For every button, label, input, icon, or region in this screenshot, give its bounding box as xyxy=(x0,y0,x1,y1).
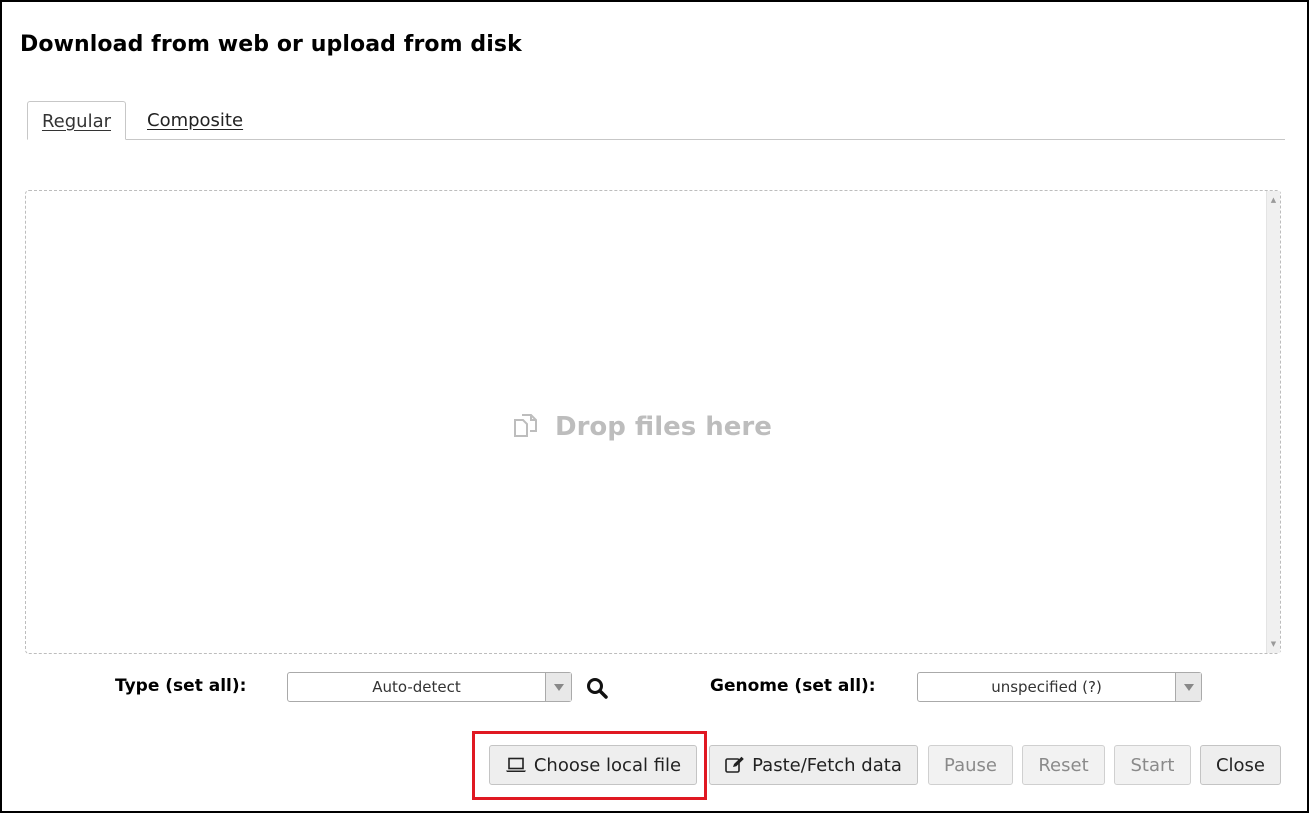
reset-button[interactable]: Reset xyxy=(1022,745,1105,785)
chevron-down-icon xyxy=(545,673,571,701)
type-select-value: Auto-detect xyxy=(372,678,461,696)
pause-button[interactable]: Pause xyxy=(928,745,1013,785)
laptop-icon xyxy=(505,757,527,773)
genome-select-value: unspecified (?) xyxy=(991,678,1102,696)
tab-composite[interactable]: Composite xyxy=(147,101,243,139)
settings-row: Type (set all): Auto-detect Genome (set … xyxy=(0,671,1309,703)
chevron-down-icon xyxy=(1175,673,1201,701)
button-bar: Choose local file Paste/Fetch data Pause… xyxy=(0,745,1309,785)
choose-local-file-label: Choose local file xyxy=(533,754,682,776)
scroll-down-icon[interactable]: ▼ xyxy=(1267,637,1280,651)
start-button[interactable]: Start xyxy=(1114,745,1191,785)
genome-select[interactable]: unspecified (?) xyxy=(917,672,1202,702)
paste-fetch-label: Paste/Fetch data xyxy=(752,754,902,776)
scrollbar[interactable]: ▲ ▼ xyxy=(1266,191,1280,653)
dialog-title: Download from web or upload from disk xyxy=(20,32,522,57)
drop-hint-label: Drop files here xyxy=(555,412,772,442)
scroll-up-icon[interactable]: ▲ xyxy=(1267,193,1280,207)
copy-files-icon xyxy=(511,412,541,442)
tab-regular[interactable]: Regular xyxy=(27,101,126,140)
choose-local-file-button[interactable]: Choose local file xyxy=(489,745,697,785)
paste-fetch-button[interactable]: Paste/Fetch data xyxy=(709,745,918,785)
type-select[interactable]: Auto-detect xyxy=(287,672,572,702)
drop-hint: Drop files here xyxy=(511,412,772,442)
genome-label: Genome (set all): xyxy=(710,676,876,696)
search-icon[interactable] xyxy=(585,676,609,700)
drop-zone[interactable]: Drop files here ▲ ▼ xyxy=(25,190,1281,654)
type-label: Type (set all): xyxy=(115,676,247,696)
close-button[interactable]: Close xyxy=(1200,745,1281,785)
tab-bar: Regular Composite xyxy=(27,101,1285,140)
edit-icon xyxy=(725,756,745,774)
